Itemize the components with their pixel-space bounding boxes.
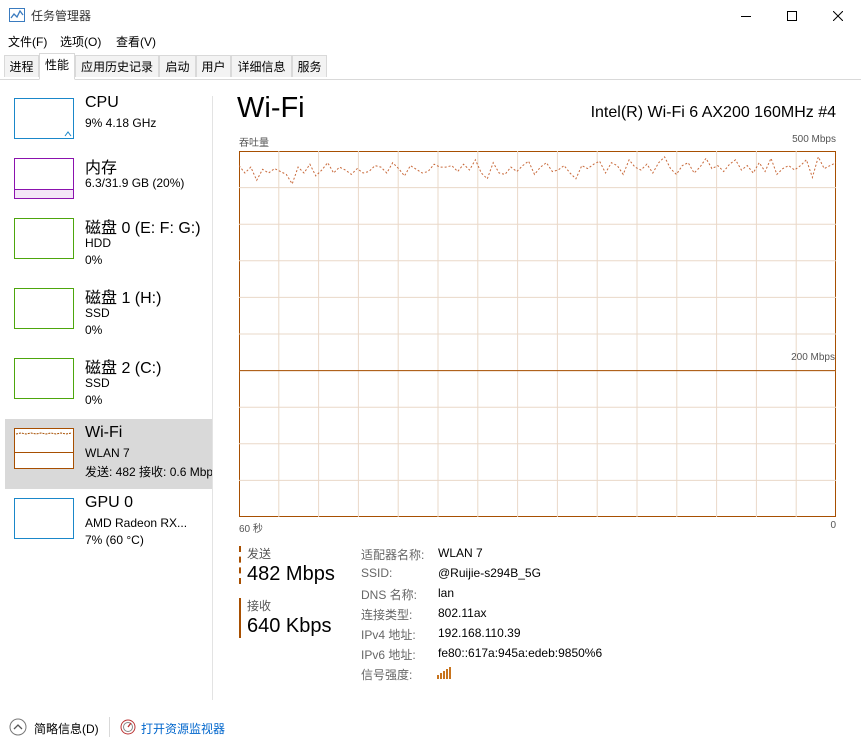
gpu0-thumbnail [14, 498, 74, 539]
prop-ipv6-key: IPv6 地址: [361, 648, 416, 662]
sidebar-item-title: 磁盘 2 (C:) [85, 360, 162, 377]
tab-strip: 进程 性能 应用历史记录 启动 用户 详细信息 服务 [0, 53, 861, 80]
tab-details[interactable]: 详细信息 [231, 55, 292, 77]
prop-adapter-name-key: 适配器名称: [361, 548, 425, 562]
tab-services[interactable]: 服务 [292, 55, 327, 77]
receive-value: 640 Kbps [247, 615, 332, 637]
tab-processes[interactable]: 进程 [4, 55, 39, 77]
sidebar-item-detail: WLAN 7 [85, 446, 130, 460]
menu-file[interactable]: 文件(F) [8, 33, 47, 50]
page-title: Wi-Fi [237, 92, 305, 124]
maximize-button[interactable] [769, 0, 815, 31]
fewer-details-button[interactable]: 简略信息(D) [34, 720, 99, 737]
sidebar-item-detail: AMD Radeon RX... [85, 516, 188, 530]
graph-ymid-label: 200 Mbps [791, 352, 835, 363]
sidebar-divider [212, 96, 213, 700]
prop-ssid-value: @Ruijie-s294B_5G [438, 566, 541, 580]
disk0-thumbnail [14, 218, 74, 259]
footer: 简略信息(D) 打开资源监视器 [0, 710, 861, 753]
chevron-up-icon[interactable] [9, 718, 27, 741]
tab-performance[interactable]: 性能 [39, 53, 75, 80]
prop-connection-type-value: 802.11ax [438, 606, 487, 620]
adapter-name: Intel(R) Wi-Fi 6 AX200 160MHz #4 [590, 104, 836, 121]
sidebar-item-title: CPU [85, 94, 119, 111]
graph-y-label: 吞吐量 [239, 138, 269, 149]
sidebar-item-title: 磁盘 1 (H:) [85, 290, 162, 307]
sidebar-item-disk1[interactable]: 磁盘 1 (H:) SSD 0% [5, 279, 213, 349]
prop-ipv6-value: fe80::617a:945a:edeb:9850%6 [438, 646, 603, 660]
sidebar-item-disk2[interactable]: 磁盘 2 (C:) SSD 0% [5, 349, 213, 419]
resource-sidebar: CPU 9% 4.18 GHz 内存 6.3/31.9 GB (20%) 磁盘 … [0, 80, 213, 700]
send-value: 482 Mbps [247, 563, 335, 585]
sidebar-item-usage: 0% [85, 323, 103, 337]
tab-startup[interactable]: 启动 [159, 55, 196, 77]
sidebar-item-gpu0[interactable]: GPU 0 AMD Radeon RX... 7% (60 °C) [5, 489, 213, 559]
sidebar-item-detail: HDD [85, 236, 111, 250]
sidebar-item-wifi[interactable]: Wi-Fi WLAN 7 发送: 482 接收: 0.6 Mbps [5, 419, 213, 489]
sidebar-item-usage: 发送: 482 接收: 0.6 Mbps [85, 465, 213, 479]
wifi-thumbnail [14, 428, 74, 469]
graph-x-right-label: 0 [830, 520, 836, 531]
graph-x-left-label: 60 秒 [239, 524, 263, 535]
disk2-thumbnail [14, 358, 74, 399]
disk1-thumbnail [14, 288, 74, 329]
prop-dns-value: lan [438, 586, 455, 600]
close-button[interactable] [815, 0, 861, 31]
minimize-button[interactable] [723, 0, 769, 31]
receive-indicator [239, 598, 241, 638]
prop-ipv4-key: IPv4 地址: [361, 628, 416, 642]
sidebar-item-usage: 0% [85, 253, 103, 267]
sidebar-item-detail: SSD [85, 376, 110, 390]
sidebar-item-detail: 9% 4.18 GHz [85, 116, 157, 130]
throughput-graph [239, 151, 836, 517]
signal-strength-icon [437, 664, 453, 685]
tab-app-history[interactable]: 应用历史记录 [75, 55, 159, 77]
sidebar-item-detail: SSD [85, 306, 110, 320]
receive-label: 接收 [247, 599, 272, 613]
prop-ssid-key: SSID: [361, 566, 393, 580]
prop-ipv4-value: 192.168.110.39 [438, 626, 521, 640]
title-bar: 任务管理器 [0, 0, 861, 31]
sidebar-item-detail: 6.3/31.9 GB (20%) [85, 176, 185, 190]
prop-connection-type-key: 连接类型: [361, 608, 413, 622]
menu-view[interactable]: 查看(V) [116, 33, 156, 50]
send-indicator [239, 546, 241, 584]
sidebar-item-title: GPU 0 [85, 494, 134, 511]
graph-ymax-label: 500 Mbps [792, 134, 836, 145]
open-resource-monitor-link[interactable]: 打开资源监视器 [141, 720, 225, 737]
window-title: 任务管理器 [31, 9, 92, 23]
sidebar-item-title: 磁盘 0 (E: F: G:) [85, 220, 201, 237]
sidebar-item-title: 内存 [85, 160, 118, 177]
prop-dns-key: DNS 名称: [361, 588, 418, 602]
cpu-thumbnail [14, 98, 74, 139]
sidebar-item-usage: 7% (60 °C) [85, 533, 144, 547]
menu-options[interactable]: 选项(O) [60, 33, 101, 50]
send-label: 发送 [247, 547, 272, 561]
memory-thumbnail [14, 158, 74, 199]
prop-adapter-name-value: WLAN 7 [438, 546, 483, 560]
sidebar-item-usage: 0% [85, 393, 103, 407]
resource-monitor-icon[interactable] [120, 719, 136, 740]
task-manager-icon [9, 8, 25, 22]
footer-divider [109, 717, 110, 737]
prop-signal-strength-key: 信号强度: [361, 668, 413, 682]
tab-users[interactable]: 用户 [196, 55, 231, 77]
sidebar-item-title: Wi-Fi [85, 424, 123, 441]
sidebar-item-disk0[interactable]: 磁盘 0 (E: F: G:) HDD 0% [5, 209, 213, 279]
